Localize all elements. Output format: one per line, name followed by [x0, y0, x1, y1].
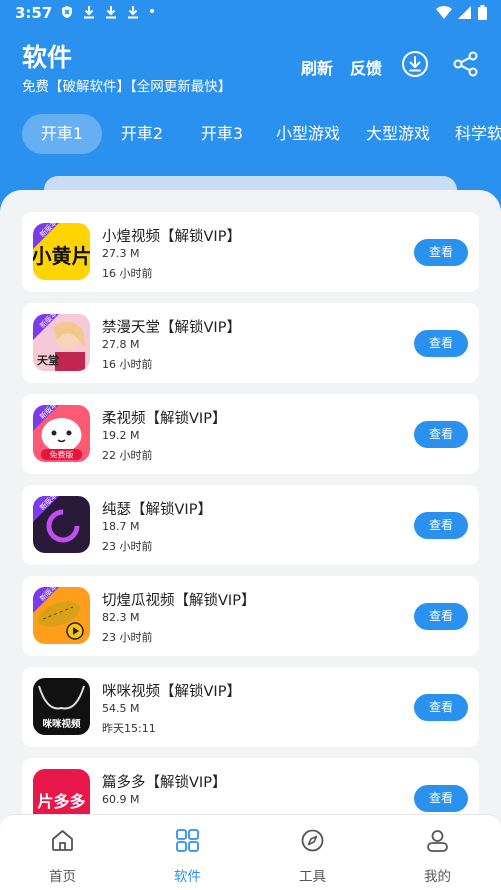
- nav-profile[interactable]: 我的: [375, 815, 500, 890]
- view-button[interactable]: 查看: [414, 330, 468, 357]
- tab-large-games[interactable]: 大型游戏: [358, 114, 438, 154]
- download-icon[interactable]: [401, 50, 429, 78]
- more-notifications-dot: •: [148, 4, 157, 20]
- app-icon-rou: 免费版 新版本: [33, 405, 90, 462]
- svg-text:天堂: 天堂: [37, 353, 59, 367]
- app-icon-mimi: 咪咪视频: [33, 678, 90, 735]
- signal-icon: [458, 5, 471, 19]
- app-updated-time: 昨天15:11: [102, 722, 156, 735]
- category-tabs: 开車1 开車2 开車3 小型游戏 大型游戏 科学软: [0, 114, 501, 156]
- svg-text:片多多: 片多多: [37, 792, 85, 811]
- app-updated-time: 16 小时前: [102, 267, 153, 280]
- shield-notification-icon: [62, 6, 72, 18]
- app-size: 60.9 M: [102, 793, 140, 806]
- app-name: 咪咪视频【解锁VIP】: [102, 684, 241, 700]
- app-updated-time: 16 小时前: [102, 358, 153, 371]
- download-notification-icon: [84, 6, 94, 19]
- nav-label: 工具: [299, 869, 326, 885]
- download-notification-icon: [128, 6, 138, 19]
- status-time: 3:57: [15, 4, 53, 22]
- app-icon-xiaohuang: 小黄片 新版本: [33, 223, 90, 280]
- app-name: 篇多多【解锁VIP】: [102, 775, 227, 791]
- wifi-icon: [436, 5, 452, 19]
- nav-software[interactable]: 软件: [125, 815, 250, 890]
- app-icon-jinman: 天堂 新版本: [33, 314, 90, 371]
- feedback-button[interactable]: 反馈: [350, 55, 382, 79]
- svg-text:咪咪视频: 咪咪视频: [42, 718, 81, 730]
- tab-kaiche-3[interactable]: 开車3: [190, 114, 254, 154]
- nav-label: 首页: [49, 869, 76, 885]
- page-subtitle: 免费【破解软件】【全网更新最快】: [22, 79, 232, 95]
- app-icon-qiehuanggua: 新版本: [33, 587, 90, 644]
- app-card[interactable]: 小黄片 新版本 小煌视频【解锁VIP】 27.3 M 16 小时前 查看: [22, 212, 479, 292]
- grid-icon: [176, 829, 199, 852]
- home-icon: [52, 830, 73, 851]
- tab-kaiche-2[interactable]: 开車2: [110, 114, 174, 154]
- status-notifications: •: [60, 4, 156, 20]
- app-icon-chunse: 新版本: [33, 496, 90, 553]
- app-card[interactable]: 新版本 切煌瓜视频【解锁VIP】 82.3 M 23 小时前 查看: [22, 576, 479, 656]
- nav-label: 软件: [174, 869, 201, 885]
- app-updated-time: 23 小时前: [102, 631, 153, 644]
- tab-kaiche-1[interactable]: 开車1: [22, 114, 102, 154]
- app-name: 切煌瓜视频【解锁VIP】: [102, 593, 256, 609]
- app-updated-time: 23 小时前: [102, 540, 153, 553]
- app-size: 19.2 M: [102, 429, 140, 442]
- app-size: 54.5 M: [102, 702, 140, 715]
- app-size: 82.3 M: [102, 611, 140, 624]
- view-button[interactable]: 查看: [414, 603, 468, 630]
- app-name: 纯瑟【解锁VIP】: [102, 502, 212, 518]
- svg-text:免费版: 免费版: [50, 450, 74, 460]
- app-name: 柔视频【解锁VIP】: [102, 411, 227, 427]
- status-bar: 3:57 •: [0, 0, 501, 28]
- app-size: 18.7 M: [102, 520, 140, 533]
- app-card[interactable]: 咪咪视频 咪咪视频【解锁VIP】 54.5 M 昨天15:11 查看: [22, 667, 479, 747]
- tab-small-games[interactable]: 小型游戏: [268, 114, 348, 154]
- battery-icon: [478, 5, 487, 20]
- app-card[interactable]: 天堂 新版本 禁漫天堂【解锁VIP】 27.8 M 16 小时前 查看: [22, 303, 479, 383]
- app-updated-time: 22 小时前: [102, 449, 153, 462]
- app-list: 小黄片 新版本 小煌视频【解锁VIP】 27.3 M 16 小时前 查看 天堂 …: [0, 190, 501, 890]
- app-size: 27.3 M: [102, 247, 140, 260]
- app-name: 小煌视频【解锁VIP】: [102, 229, 241, 245]
- tab-science-software[interactable]: 科学软: [448, 114, 501, 154]
- user-icon: [427, 830, 448, 852]
- app-card[interactable]: 新版本 纯瑟【解锁VIP】 18.7 M 23 小时前 查看: [22, 485, 479, 565]
- refresh-button[interactable]: 刷新: [301, 55, 333, 79]
- view-button[interactable]: 查看: [414, 512, 468, 539]
- compass-icon: [301, 829, 324, 852]
- app-card[interactable]: 免费版 新版本 柔视频【解锁VIP】 19.2 M 22 小时前 查看: [22, 394, 479, 474]
- nav-label: 我的: [424, 869, 451, 885]
- view-button[interactable]: 查看: [414, 421, 468, 448]
- view-button[interactable]: 查看: [414, 239, 468, 266]
- app-size: 27.8 M: [102, 338, 140, 351]
- download-notification-icon: [106, 6, 116, 19]
- view-button[interactable]: 查看: [414, 785, 468, 812]
- nav-home[interactable]: 首页: [0, 815, 125, 890]
- nav-tools[interactable]: 工具: [250, 815, 375, 890]
- svg-text:小黄片: 小黄片: [33, 244, 90, 268]
- page-title: 软件: [22, 43, 73, 72]
- app-name: 禁漫天堂【解锁VIP】: [102, 320, 241, 336]
- status-system-icons: [436, 5, 487, 20]
- share-icon[interactable]: [452, 50, 480, 78]
- view-button[interactable]: 查看: [414, 694, 468, 721]
- bottom-navigation: 首页 软件 工具 我的: [0, 814, 501, 890]
